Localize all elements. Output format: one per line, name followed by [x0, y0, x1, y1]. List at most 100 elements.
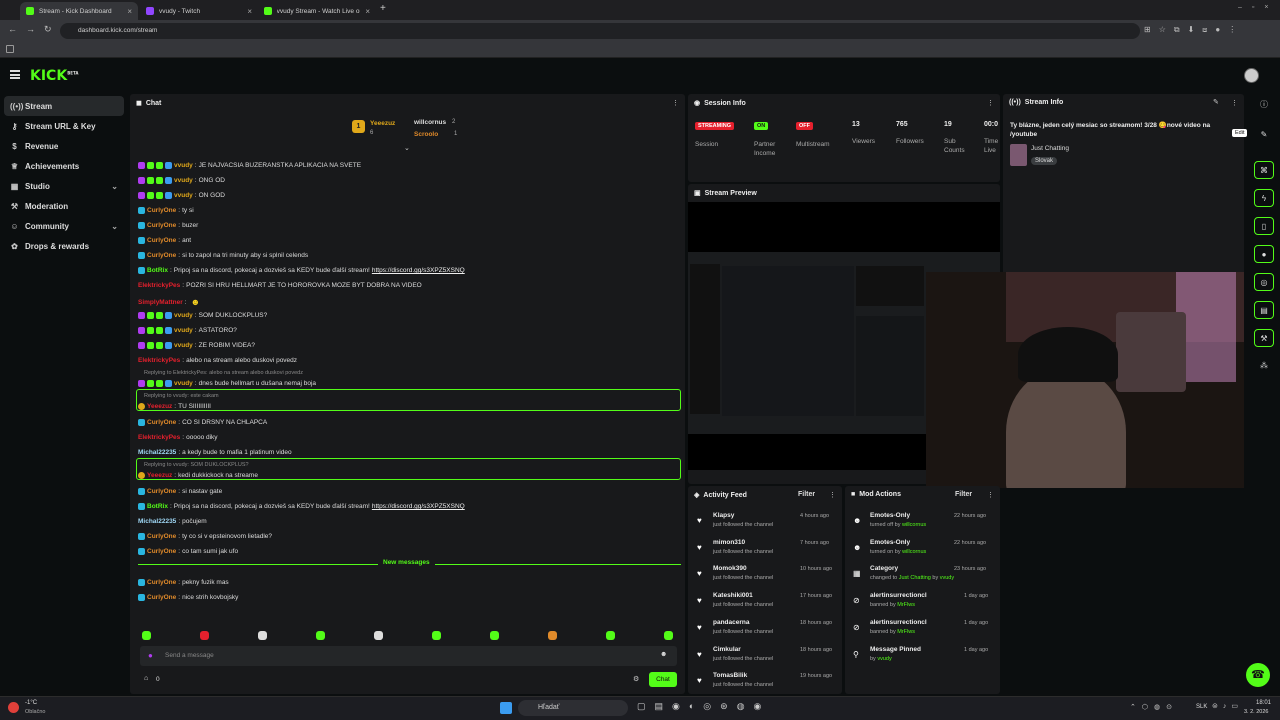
broadcast-icon[interactable]: ◎: [1254, 273, 1274, 291]
chat-bubble-icon[interactable]: ●: [1254, 245, 1274, 263]
chat-send-button[interactable]: Chat: [649, 672, 677, 687]
close-tab-icon[interactable]: ×: [365, 7, 370, 16]
mod-action-target[interactable]: Just Chatting: [899, 575, 931, 581]
avatar[interactable]: [1244, 68, 1259, 83]
info-icon[interactable]: ⓘ: [1254, 96, 1274, 114]
store-icon[interactable]: ▤: [1254, 301, 1274, 319]
emote-icon[interactable]: [142, 631, 151, 640]
chat-username[interactable]: CurlyOne: [147, 579, 176, 586]
chat-username[interactable]: BotRix: [147, 267, 168, 274]
emote-icon[interactable]: [606, 631, 615, 640]
chat-username[interactable]: vvudy: [174, 312, 193, 319]
chat-username[interactable]: Michal22235: [138, 518, 176, 525]
mod-menu-icon[interactable]: ⋮: [987, 491, 994, 499]
stream-info-menu-icon[interactable]: ⋮: [1231, 99, 1238, 107]
activity-user[interactable]: Kateshiki001: [713, 592, 753, 599]
emote-icon[interactable]: [664, 631, 673, 640]
emote-icon[interactable]: [432, 631, 441, 640]
system-tray-icons[interactable]: ⌃⬡◍⊙: [1130, 703, 1178, 711]
chat-username[interactable]: ElektrickyPes: [138, 357, 180, 364]
emote-icon[interactable]: [490, 631, 499, 640]
tab-kick-dashboard[interactable]: Stream - Kick Dashboard ×: [20, 2, 138, 20]
emote-icon[interactable]: [200, 631, 209, 640]
sidebar-item-drops-rewards[interactable]: ✿ Drops & rewards: [0, 236, 128, 256]
clock-time[interactable]: 18:01: [1256, 700, 1271, 706]
chat-username[interactable]: ElektrickyPes: [138, 282, 180, 289]
chat-username[interactable]: vvudy: [174, 192, 193, 199]
category-name[interactable]: Just Chatting: [1031, 145, 1069, 152]
sidebar-item-revenue[interactable]: $ Revenue: [0, 136, 128, 156]
apps-icon[interactable]: [6, 45, 14, 53]
activity-user[interactable]: TomasBilik: [713, 672, 747, 679]
mod-action-target[interactable]: willcornus: [902, 522, 926, 528]
settings-gear-icon[interactable]: ⚙: [633, 675, 639, 683]
close-tab-icon[interactable]: ×: [127, 7, 132, 16]
chat-username[interactable]: Michal22235: [138, 449, 176, 456]
mod-filter-button[interactable]: Filter: [955, 491, 972, 498]
chat-username[interactable]: SimplyMattner: [138, 299, 183, 306]
chat-menu-icon[interactable]: ⋮: [672, 99, 679, 107]
sidebar-item-community[interactable]: ☺ Community ⌄: [0, 216, 128, 236]
sidebar-item-achievements[interactable]: ♕ Achievements: [0, 156, 128, 176]
chat-username[interactable]: CurlyOne: [147, 594, 176, 601]
activity-user[interactable]: mimon310: [713, 539, 745, 546]
chat-username[interactable]: CurlyOne: [147, 533, 176, 540]
chat-username[interactable]: CurlyOne: [147, 548, 176, 555]
windows-start-icon[interactable]: [500, 702, 512, 714]
input-language[interactable]: SLK: [1196, 704, 1207, 710]
chat-username[interactable]: BotRix: [147, 503, 168, 510]
chat-username[interactable]: CurlyOne: [147, 419, 176, 426]
hamburger-menu-icon[interactable]: [10, 70, 20, 79]
activity-user[interactable]: pandacerna: [713, 619, 750, 626]
discord-link[interactable]: https://discord.gg/s3XPZ5XSNQ: [372, 503, 465, 510]
chevron-down-icon[interactable]: ⌄: [404, 144, 410, 152]
activity-user[interactable]: Klapsy: [713, 512, 734, 519]
taskbar-app-icons[interactable]: ▢▤◉◐◎⊛◍◉: [637, 701, 770, 712]
url-field[interactable]: dashboard.kick.com/stream: [60, 23, 1140, 39]
chat-username[interactable]: vvudy: [174, 177, 193, 184]
tab-twitch[interactable]: vvudy - Twitch ×: [140, 2, 258, 20]
nav-buttons[interactable]: ←→↻: [8, 24, 61, 35]
chat-username[interactable]: CurlyOne: [147, 252, 176, 259]
activity-menu-icon[interactable]: ⋮: [829, 491, 836, 499]
mod-action-target[interactable]: willcornus: [902, 549, 926, 555]
emote-icon[interactable]: [316, 631, 325, 640]
sidebar-item-stream[interactable]: ((•)) Stream: [4, 96, 124, 116]
wrench-icon[interactable]: ⚒: [1254, 329, 1274, 347]
chat-username[interactable]: CurlyOne: [147, 488, 176, 495]
window-controls[interactable]: ‒▫×: [1238, 4, 1278, 11]
emote-icon[interactable]: [258, 631, 267, 640]
chat-username[interactable]: CurlyOne: [147, 222, 176, 229]
document-icon[interactable]: ▯: [1254, 217, 1274, 235]
tab-kick-watch[interactable]: vvudy Stream - Watch Live on Kick ×: [258, 2, 376, 20]
edit-icon[interactable]: ✎: [1254, 126, 1274, 144]
emote-icon[interactable]: [548, 631, 557, 640]
mod-action-moderator[interactable]: vvudy: [940, 575, 954, 581]
edit-pencil-icon[interactable]: ✎: [1213, 98, 1219, 106]
chat-username[interactable]: CurlyOne: [147, 237, 176, 244]
community-icon[interactable]: ⁂: [1254, 357, 1274, 375]
activity-user[interactable]: Momok390: [713, 565, 747, 572]
taskbar-search-box[interactable]: Hľadať: [518, 700, 628, 716]
chat-input-box[interactable]: ● Send a message ☻: [140, 646, 677, 666]
rail-tool-icon[interactable]: ⌘: [1254, 161, 1274, 179]
close-tab-icon[interactable]: ×: [247, 7, 252, 16]
gift-icon[interactable]: ⌂: [144, 675, 148, 682]
mod-action-target[interactable]: MrFlws: [897, 629, 915, 635]
network-volume-icons[interactable]: ⊜♪▭: [1212, 702, 1243, 710]
emoji-icon[interactable]: ☻: [660, 651, 667, 658]
clock-date[interactable]: 3. 2. 2026: [1244, 709, 1268, 715]
session-menu-icon[interactable]: ⋮: [987, 99, 994, 107]
sidebar-item-stream-url-key[interactable]: ⚷ Stream URL & Key: [0, 116, 128, 136]
activity-filter-button[interactable]: Filter: [798, 491, 815, 498]
discord-link[interactable]: https://discord.gg/s3XPZ5XSNQ: [372, 267, 465, 274]
new-tab-icon[interactable]: +: [380, 3, 386, 14]
mod-action-target[interactable]: vvudy: [877, 656, 891, 662]
mod-action-target[interactable]: MrFlws: [897, 602, 915, 608]
emote-icon[interactable]: [374, 631, 383, 640]
sidebar-item-moderation[interactable]: ⚒ Moderation: [0, 196, 128, 216]
kick-logo[interactable]: KICKBETA: [30, 68, 78, 84]
sidebar-item-studio[interactable]: ▦ Studio ⌄: [0, 176, 128, 196]
chat-username[interactable]: vvudy: [174, 162, 193, 169]
browser-toolbar-icons[interactable]: ⊞☆⧉⬇⧈●⋮: [1144, 25, 1244, 35]
